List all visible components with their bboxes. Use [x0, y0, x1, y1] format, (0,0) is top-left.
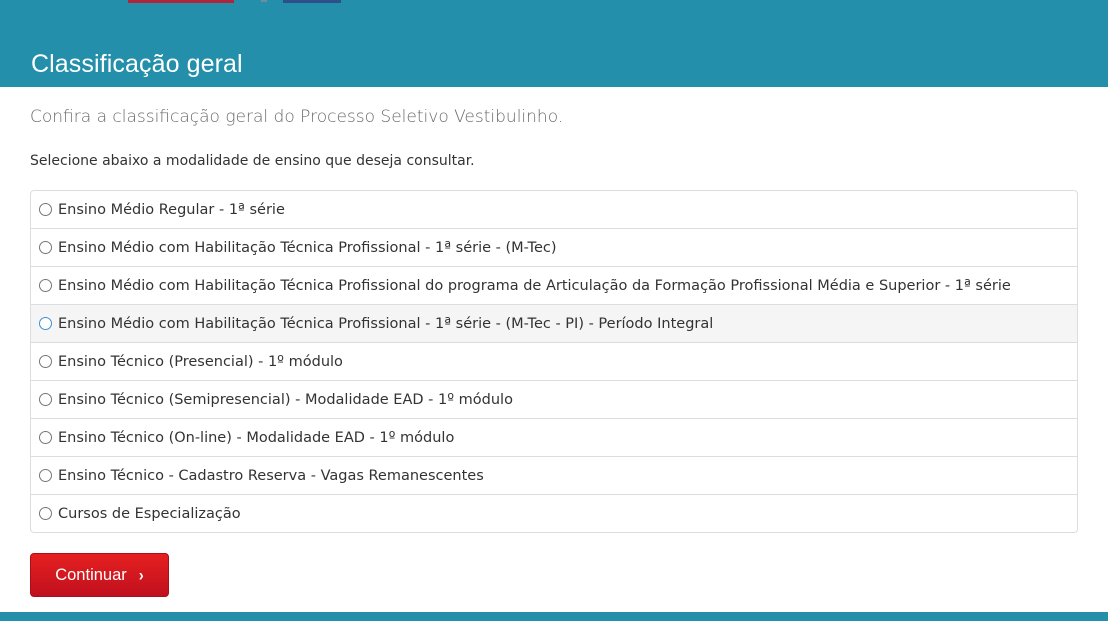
radio-button[interactable] [39, 203, 52, 216]
option-cursos-especializacao[interactable]: Cursos de Especialização [31, 494, 1077, 532]
option-label: Ensino Médio com Habilitação Técnica Pro… [58, 277, 1011, 294]
option-ensino-tecnico-presencial[interactable]: Ensino Técnico (Presencial) - 1º módulo [31, 342, 1077, 380]
radio-button[interactable] [39, 431, 52, 444]
option-ensino-medio-mtec-pi[interactable]: Ensino Médio com Habilitação Técnica Pro… [31, 304, 1077, 342]
continue-label: Continuar [55, 565, 127, 584]
page-title: Classificação geral [31, 50, 243, 78]
continue-button[interactable]: Continuar › [30, 553, 169, 597]
radio-button[interactable] [39, 393, 52, 406]
radio-button[interactable] [39, 279, 52, 292]
option-cadastro-reserva[interactable]: Ensino Técnico - Cadastro Reserva - Vaga… [31, 456, 1077, 494]
option-ensino-medio-articulacao[interactable]: Ensino Médio com Habilitação Técnica Pro… [31, 266, 1077, 304]
option-label: Ensino Técnico (Semipresencial) - Modali… [58, 391, 513, 408]
option-label: Ensino Médio Regular - 1ª série [58, 201, 285, 218]
instruction-text: Selecione abaixo a modalidade de ensino … [30, 153, 475, 169]
radio-button[interactable] [39, 317, 52, 330]
radio-button[interactable] [39, 507, 52, 520]
option-label: Ensino Técnico (Presencial) - 1º módulo [58, 353, 343, 370]
chevron-right-icon: › [138, 565, 144, 585]
option-label: Ensino Médio com Habilitação Técnica Pro… [58, 315, 714, 332]
radio-button[interactable] [39, 469, 52, 482]
option-label: Ensino Técnico - Cadastro Reserva - Vaga… [58, 467, 484, 484]
footer-bar [0, 612, 1108, 621]
option-ensino-medio-mtec[interactable]: Ensino Médio com Habilitação Técnica Pro… [31, 228, 1077, 266]
option-ensino-tecnico-online[interactable]: Ensino Técnico (On-line) - Modalidade EA… [31, 418, 1077, 456]
radio-button[interactable] [39, 355, 52, 368]
logo [128, 0, 343, 4]
option-label: Cursos de Especialização [58, 505, 241, 522]
option-ensino-tecnico-semipresencial[interactable]: Ensino Técnico (Semipresencial) - Modali… [31, 380, 1077, 418]
option-label: Ensino Médio com Habilitação Técnica Pro… [58, 239, 557, 256]
option-label: Ensino Técnico (On-line) - Modalidade EA… [58, 429, 455, 446]
header-bar: Classificação geral [0, 0, 1108, 87]
modality-options-list: Ensino Médio Regular - 1ª série Ensino M… [30, 190, 1078, 533]
option-ensino-medio-regular[interactable]: Ensino Médio Regular - 1ª série [31, 191, 1077, 228]
radio-button[interactable] [39, 241, 52, 254]
intro-text: Confira a classificação geral do Process… [30, 107, 564, 127]
